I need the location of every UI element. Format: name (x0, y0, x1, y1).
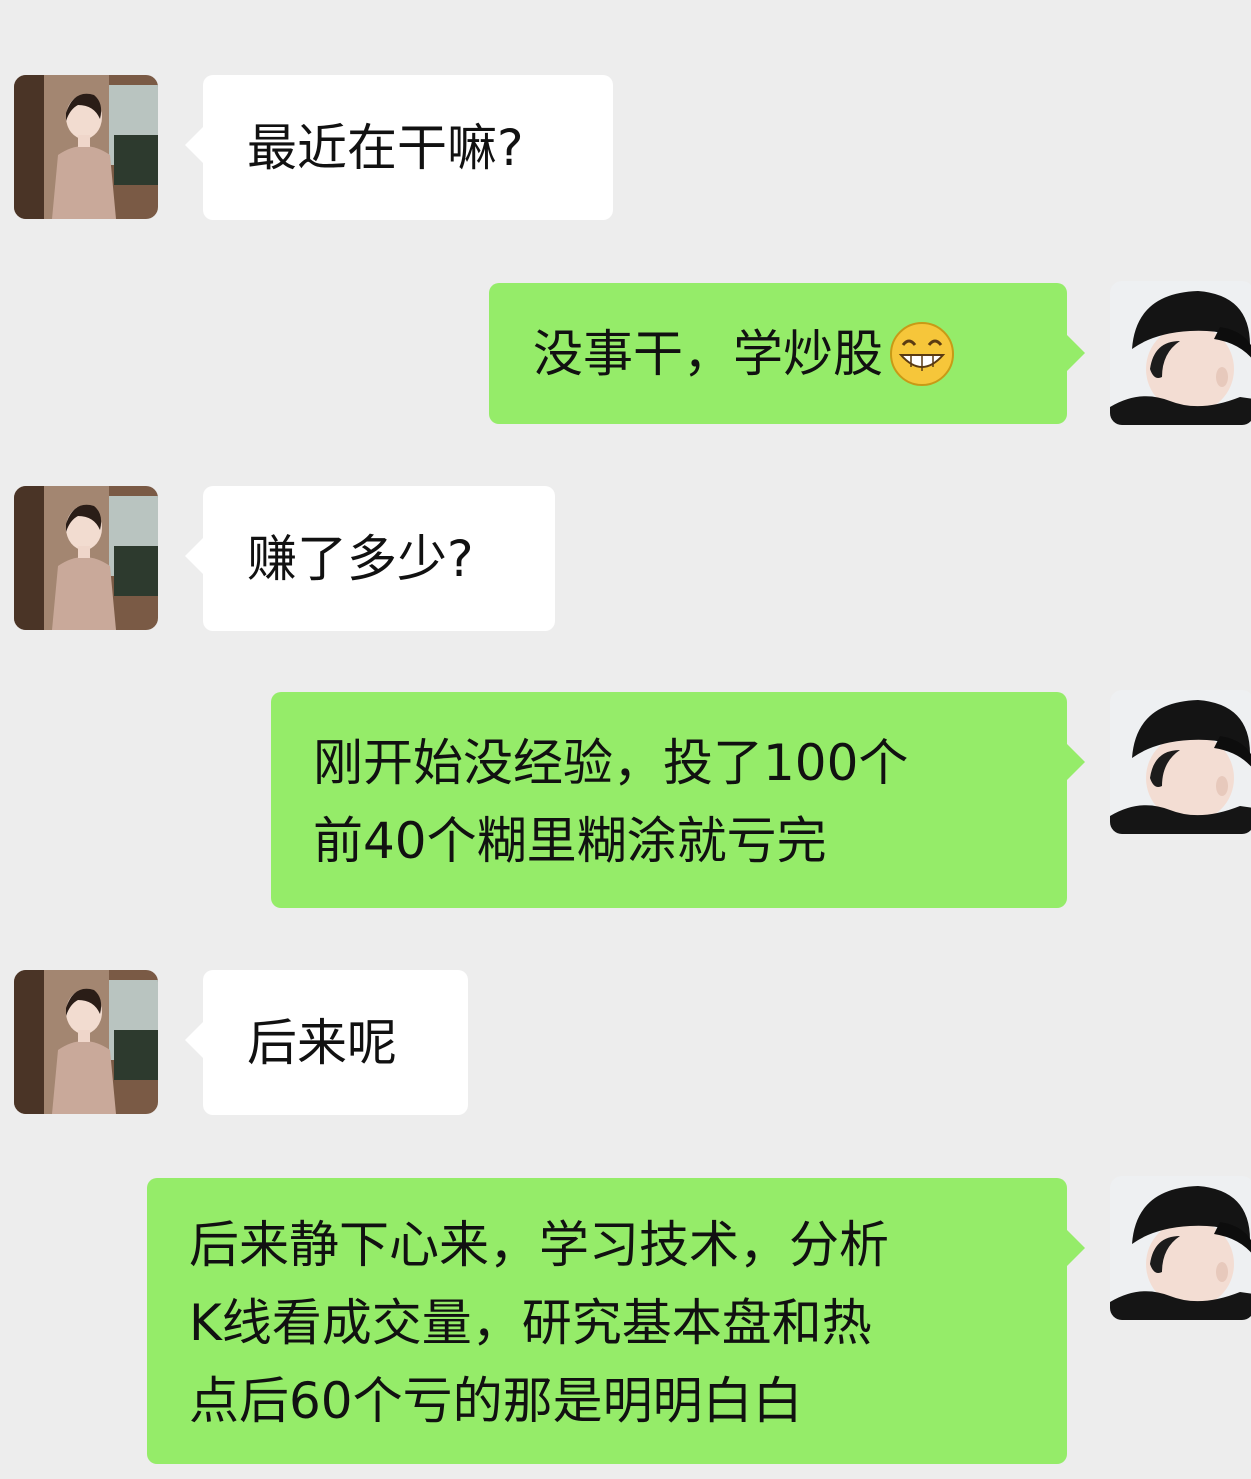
user-avatar[interactable] (1110, 1176, 1251, 1320)
grinning-face-emoji-icon (889, 321, 955, 387)
woman-avatar-icon (14, 970, 158, 1114)
woman-avatar-icon (14, 486, 158, 630)
message-text-line: 点后60个亏的那是明明白白 (189, 1372, 803, 1430)
message-bubble-incoming[interactable]: 赚了多少? (185, 486, 555, 631)
message-text-line: K线看成交量，研究基本盘和热 (189, 1294, 872, 1352)
message-bubble-outgoing[interactable]: 后来静下心来，学习技术，分析 K线看成交量，研究基本盘和热 点后60个亏的那是明… (147, 1178, 1085, 1464)
message-text-line: 后来静下心来，学习技术，分析 (189, 1216, 889, 1274)
message-text: 没事干，学炒股 (533, 325, 883, 383)
man-in-cap-avatar-icon (1110, 690, 1251, 834)
user-avatar[interactable] (1110, 690, 1251, 834)
message-bubble-outgoing[interactable]: 刚开始没经验，投了100个 前40个糊里糊涂就亏完 (271, 692, 1085, 908)
message-bubble-incoming[interactable]: 最近在干嘛? (185, 75, 613, 220)
message-text: 赚了多少? (247, 530, 474, 588)
contact-avatar[interactable] (14, 970, 158, 1114)
contact-avatar[interactable] (14, 75, 158, 219)
message-text-line: 刚开始没经验，投了100个 (313, 734, 909, 792)
message-text: 后来呢 (247, 1014, 397, 1072)
message-bubble-outgoing[interactable]: 没事干，学炒股 (489, 283, 1085, 424)
man-in-cap-avatar-icon (1110, 1176, 1251, 1320)
contact-avatar[interactable] (14, 486, 158, 630)
message-text-line: 前40个糊里糊涂就亏完 (313, 812, 827, 870)
user-avatar[interactable] (1110, 281, 1251, 425)
message-bubble-incoming[interactable]: 后来呢 (185, 970, 468, 1115)
woman-avatar-icon (14, 75, 158, 219)
message-text: 最近在干嘛? (247, 119, 524, 177)
man-in-cap-avatar-icon (1110, 281, 1251, 425)
